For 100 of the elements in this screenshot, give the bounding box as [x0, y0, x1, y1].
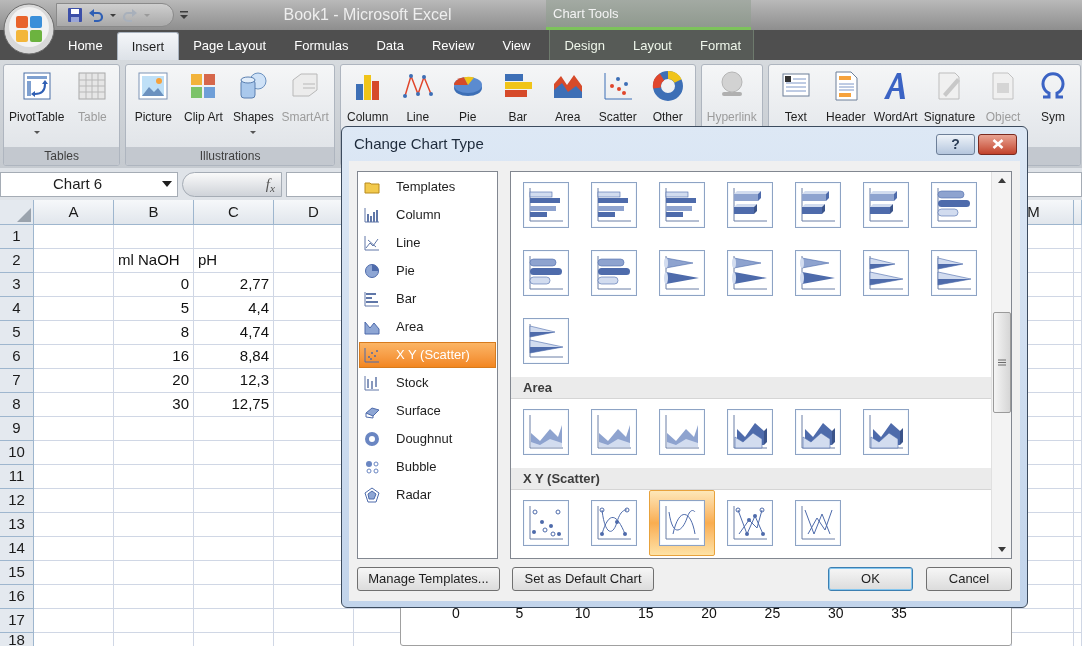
dialog-button[interactable]: Manage Templates...: [357, 567, 500, 591]
table-cell[interactable]: [1074, 489, 1082, 513]
table-cell[interactable]: [194, 441, 274, 465]
ribbon-tab[interactable]: Formulas: [280, 32, 363, 60]
table-cell[interactable]: [274, 609, 354, 633]
table-cell[interactable]: [34, 585, 114, 609]
row-header[interactable]: 6: [0, 345, 34, 369]
grid-heading[interactable]: [1074, 200, 1082, 225]
caret-icon[interactable]: [161, 180, 173, 188]
row-header[interactable]: 7: [0, 369, 34, 393]
table-cell[interactable]: 12,75: [194, 393, 274, 417]
table-cell[interactable]: [114, 537, 194, 561]
ribbon-button[interactable]: Sym: [1028, 70, 1079, 147]
table-cell[interactable]: [114, 585, 194, 609]
ribbon-button[interactable]: Clip Art: [178, 70, 229, 147]
table-cell[interactable]: [194, 225, 274, 249]
ribbon-tab[interactable]: View: [488, 32, 545, 60]
table-cell[interactable]: [1074, 537, 1082, 561]
save-icon[interactable]: [67, 7, 83, 23]
row-header[interactable]: 5: [0, 321, 34, 345]
chart-type-item[interactable]: Stock: [359, 370, 496, 396]
row-header[interactable]: 2: [0, 249, 34, 273]
table-cell[interactable]: [1074, 561, 1082, 585]
table-cell[interactable]: [194, 417, 274, 441]
table-cell[interactable]: [34, 273, 114, 297]
select-all-button[interactable]: [0, 200, 34, 225]
table-cell[interactable]: 8,84: [194, 345, 274, 369]
table-cell[interactable]: [1074, 393, 1082, 417]
table-cell[interactable]: [114, 225, 194, 249]
row-header[interactable]: 11: [0, 465, 34, 489]
table-cell[interactable]: [1074, 297, 1082, 321]
ribbon-button[interactable]: WordArt: [870, 70, 921, 147]
table-cell[interactable]: [194, 561, 274, 585]
row-header[interactable]: 18: [0, 633, 34, 646]
row-header[interactable]: 10: [0, 441, 34, 465]
grid-heading[interactable]: C: [194, 200, 274, 225]
table-cell[interactable]: [1074, 345, 1082, 369]
table-cell[interactable]: 5: [114, 297, 194, 321]
table-cell[interactable]: [1074, 369, 1082, 393]
table-cell[interactable]: 0: [114, 273, 194, 297]
ribbon-button[interactable]: Other: [642, 70, 693, 147]
ribbon-tab[interactable]: Format: [685, 32, 756, 60]
table-cell[interactable]: [34, 513, 114, 537]
table-cell[interactable]: [1074, 585, 1082, 609]
name-box[interactable]: Chart 6: [0, 171, 178, 197]
chart-type-item[interactable]: Pie: [359, 258, 496, 284]
table-cell[interactable]: [34, 465, 114, 489]
table-cell[interactable]: [114, 609, 194, 633]
table-cell[interactable]: [194, 465, 274, 489]
table-cell[interactable]: [194, 585, 274, 609]
table-cell[interactable]: [1074, 273, 1082, 297]
ribbon-tab[interactable]: Insert: [116, 32, 180, 60]
ribbon-button[interactable]: Picture: [128, 70, 179, 147]
ribbon-tab[interactable]: Design: [550, 32, 619, 60]
chart-subtype-option[interactable]: [649, 490, 715, 556]
table-cell[interactable]: [34, 369, 114, 393]
insert-function-button[interactable]: f$_{x}$: [265, 172, 275, 196]
chart-type-item[interactable]: Bubble: [359, 454, 496, 480]
chart-type-item[interactable]: Surface: [359, 398, 496, 424]
table-cell[interactable]: [114, 465, 194, 489]
chart-type-item[interactable]: Bar: [359, 286, 496, 312]
row-header[interactable]: 8: [0, 393, 34, 417]
table-cell[interactable]: 20: [114, 369, 194, 393]
table-cell[interactable]: [1074, 249, 1082, 273]
chart-type-item[interactable]: Templates: [359, 174, 496, 200]
grid-heading[interactable]: B: [114, 200, 194, 225]
table-cell[interactable]: [114, 417, 194, 441]
chart-type-item[interactable]: Line: [359, 230, 496, 256]
table-cell[interactable]: [1074, 441, 1082, 465]
dialog-button[interactable]: Cancel: [926, 567, 1012, 591]
table-cell[interactable]: [1074, 513, 1082, 537]
table-cell[interactable]: [1074, 609, 1082, 633]
table-cell[interactable]: [34, 609, 114, 633]
ribbon-button[interactable]: Scatter: [592, 70, 643, 147]
ribbon-tab[interactable]: Data: [362, 32, 418, 60]
table-cell[interactable]: [34, 345, 114, 369]
table-cell[interactable]: [34, 417, 114, 441]
dialog-button[interactable]: Set as Default Chart: [512, 567, 654, 591]
table-cell[interactable]: 12,3: [194, 369, 274, 393]
row-header[interactable]: 17: [0, 609, 34, 633]
table-cell[interactable]: [34, 225, 114, 249]
table-cell[interactable]: [194, 489, 274, 513]
ribbon-tab[interactable]: Page Layout: [179, 32, 281, 60]
ribbon-button[interactable]: Area: [542, 70, 593, 147]
chart-type-item[interactable]: Column: [359, 202, 496, 228]
table-cell[interactable]: pH: [194, 249, 274, 273]
table-cell[interactable]: 4,4: [194, 297, 274, 321]
ribbon-button[interactable]: PivotTable: [6, 70, 68, 147]
chart-type-item[interactable]: Doughnut: [359, 426, 496, 452]
row-header[interactable]: 4: [0, 297, 34, 321]
table-cell[interactable]: [34, 489, 114, 513]
table-cell[interactable]: [1074, 417, 1082, 441]
row-header[interactable]: 13: [0, 513, 34, 537]
dialog-button[interactable]: OK: [828, 567, 913, 591]
table-cell[interactable]: [114, 513, 194, 537]
table-cell[interactable]: ml NaOH: [114, 249, 194, 273]
close-button[interactable]: [978, 133, 1017, 155]
table-cell[interactable]: 30: [114, 393, 194, 417]
ribbon-tab[interactable]: Review: [417, 32, 489, 60]
row-header[interactable]: 12: [0, 489, 34, 513]
